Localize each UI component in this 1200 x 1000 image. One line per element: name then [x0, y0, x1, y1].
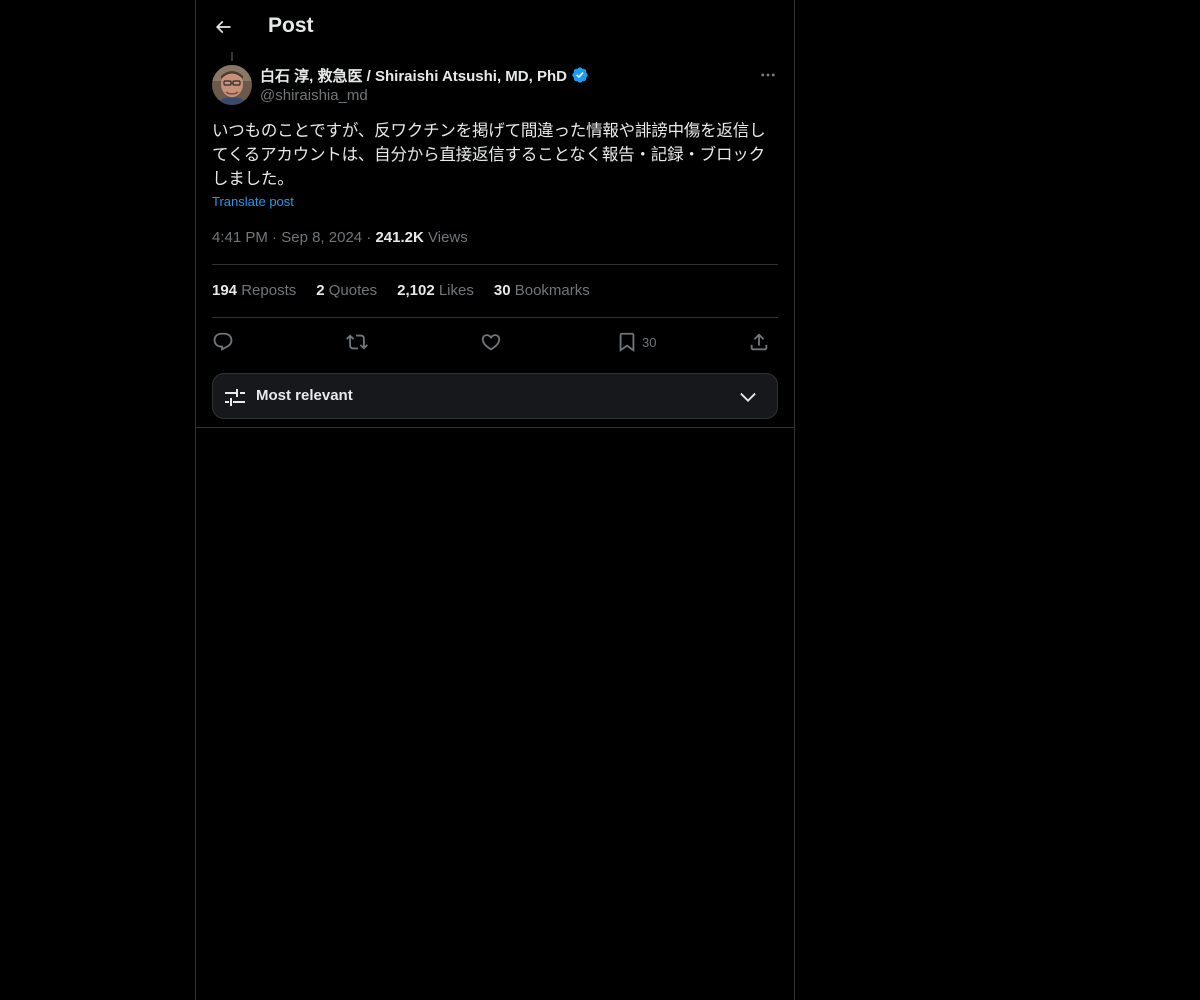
page-header: Post: [196, 0, 794, 53]
like-button[interactable]: [480, 328, 502, 356]
quotes-stat[interactable]: 2 Quotes: [316, 281, 377, 301]
reply-button[interactable]: [212, 328, 234, 356]
page-title: Post: [268, 14, 314, 37]
bookmark-icon: [616, 331, 638, 353]
post-meta: 4:41 PM · Sep 8, 2024 · 241.2K Views: [212, 228, 468, 248]
reposts-stat[interactable]: 194 Reposts: [212, 281, 296, 301]
post-text: いつものことですが、反ワクチンを掲げて間違った情報や誹謗中傷を返信してくるアカウ…: [212, 121, 766, 188]
post-date[interactable]: Sep 8, 2024: [281, 229, 362, 246]
section-divider: [196, 427, 794, 428]
thread-connector-line: [231, 52, 233, 61]
translate-post-link[interactable]: Translate post: [212, 194, 294, 209]
verified-badge-icon[interactable]: [571, 66, 589, 84]
likes-stat[interactable]: 2,102 Likes: [397, 281, 474, 301]
reply-icon: [212, 331, 234, 353]
author-info: 白石 淳, 救急医 / Shiraishi Atsushi, MD, PhD @…: [260, 64, 740, 106]
sliders-icon: [223, 385, 247, 409]
sort-label: Most relevant: [256, 387, 353, 404]
views-label: Views: [428, 229, 468, 246]
likes-label: Likes: [438, 282, 474, 299]
bookmarks-label: Bookmarks: [514, 282, 590, 299]
post-stats: 194 Reposts 2 Quotes 2,102 Likes 30 Book…: [212, 281, 610, 301]
likes-count: 2,102: [397, 282, 435, 299]
reposts-label: Reposts: [241, 282, 297, 299]
author-handle[interactable]: @shiraishia_md: [260, 86, 740, 106]
share-icon: [748, 331, 770, 353]
quotes-count: 2: [316, 282, 325, 299]
arrow-left-icon: [213, 17, 233, 37]
main-column: Post 白石 淳, 救急医 / Shiraishi Atsushi, MD, …: [195, 0, 795, 1000]
repost-button[interactable]: [346, 328, 368, 356]
author-display-name[interactable]: 白石 淳, 救急医 / Shiraishi Atsushi, MD, PhD: [260, 65, 567, 86]
chevron-down-icon: [737, 386, 759, 408]
reply-sort-dropdown[interactable]: Most relevant: [212, 373, 778, 419]
share-button[interactable]: [748, 328, 770, 356]
heart-icon: [480, 331, 502, 353]
avatar[interactable]: [212, 65, 252, 105]
bookmarks-stat[interactable]: 30 Bookmarks: [494, 281, 590, 301]
meta-separator: ·: [366, 229, 372, 246]
views-count: 241.2K: [375, 229, 424, 246]
divider: [212, 264, 778, 265]
more-options-button[interactable]: [756, 64, 780, 86]
reposts-count: 194: [212, 282, 238, 299]
bookmark-button[interactable]: 30: [616, 328, 656, 356]
bookmark-count: 30: [642, 334, 657, 350]
author-name-row: 白石 淳, 救急医 / Shiraishi Atsushi, MD, PhD: [260, 64, 740, 86]
divider: [212, 317, 778, 318]
back-button[interactable]: [208, 10, 238, 44]
bookmarks-count: 30: [493, 282, 511, 299]
meta-separator: ·: [272, 229, 278, 246]
repost-icon: [346, 331, 368, 353]
action-bar: 30: [212, 328, 778, 356]
more-dots-icon: [759, 66, 777, 84]
quotes-label: Quotes: [328, 282, 378, 299]
post-time[interactable]: 4:41 PM: [212, 229, 268, 246]
